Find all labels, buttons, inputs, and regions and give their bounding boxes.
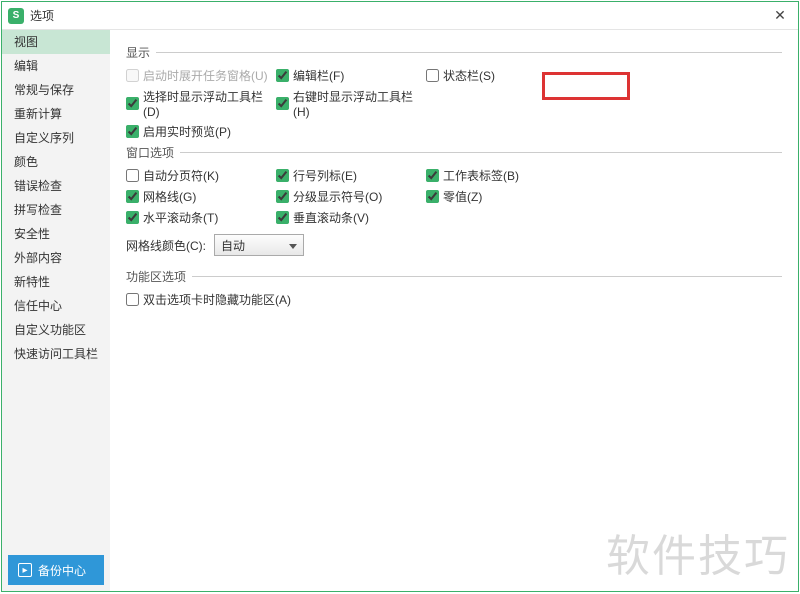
sidebar-item-3[interactable]: 重新计算 bbox=[2, 102, 110, 126]
checkbox-sheet-tabs[interactable]: 工作表标签(B) bbox=[426, 167, 576, 184]
sidebar-item-2[interactable]: 常规与保存 bbox=[2, 78, 110, 102]
sidebar-item-10[interactable]: 新特性 bbox=[2, 270, 110, 294]
sidebar-item-12[interactable]: 自定义功能区 bbox=[2, 318, 110, 342]
sidebar-item-7[interactable]: 拼写检查 bbox=[2, 198, 110, 222]
app-icon: S bbox=[8, 8, 24, 24]
checkbox-outline-symbols[interactable]: 分级显示符号(O) bbox=[276, 188, 426, 205]
sidebar-item-9[interactable]: 外部内容 bbox=[2, 246, 110, 270]
window-title: 选项 bbox=[30, 7, 768, 24]
checkbox-startup-task-pane: 启动时展开任务窗格(U) bbox=[126, 67, 276, 84]
grid-color-select[interactable]: 自动 bbox=[214, 234, 304, 256]
checkbox-edit-bar[interactable]: 编辑栏(F) bbox=[276, 67, 426, 84]
sidebar: 视图编辑常规与保存重新计算自定义序列颜色错误检查拼写检查安全性外部内容新特性信任… bbox=[2, 30, 110, 591]
window-body: 视图编辑常规与保存重新计算自定义序列颜色错误检查拼写检查安全性外部内容新特性信任… bbox=[2, 30, 798, 591]
checkbox-hscroll[interactable]: 水平滚动条(T) bbox=[126, 209, 276, 226]
options-window: S 选项 ✕ 视图编辑常规与保存重新计算自定义序列颜色错误检查拼写检查安全性外部… bbox=[1, 1, 799, 592]
close-button[interactable]: ✕ bbox=[768, 7, 792, 24]
checkbox-rclick-float-toolbar[interactable]: 右键时显示浮动工具栏(H) bbox=[276, 88, 426, 119]
sidebar-item-1[interactable]: 编辑 bbox=[2, 54, 110, 78]
checkbox-show-float-toolbar[interactable]: 选择时显示浮动工具栏(D) bbox=[126, 88, 276, 119]
sidebar-item-13[interactable]: 快速访问工具栏 bbox=[2, 342, 110, 366]
checkbox-gridlines[interactable]: 网格线(G) bbox=[126, 188, 276, 205]
checkbox-page-break[interactable]: 自动分页符(K) bbox=[126, 167, 276, 184]
checkbox-row-col-header[interactable]: 行号列标(E) bbox=[276, 167, 426, 184]
checkbox-zero-values[interactable]: 零值(Z) bbox=[426, 188, 576, 205]
section-window-title: 窗口选项 bbox=[126, 144, 782, 161]
grid-color-label: 网格线颜色(C): bbox=[126, 237, 206, 254]
sidebar-item-11[interactable]: 信任中心 bbox=[2, 294, 110, 318]
checkbox-dblclick-hide-ribbon[interactable]: 双击选项卡时隐藏功能区(A) bbox=[126, 291, 291, 308]
titlebar: S 选项 ✕ bbox=[2, 2, 798, 30]
checkbox-realtime-preview[interactable]: 启用实时预览(P) bbox=[126, 123, 276, 140]
sidebar-item-6[interactable]: 错误检查 bbox=[2, 174, 110, 198]
backup-center-button[interactable]: ▸ 备份中心 bbox=[8, 555, 104, 585]
checkbox-vscroll[interactable]: 垂直滚动条(V) bbox=[276, 209, 426, 226]
backup-label: 备份中心 bbox=[38, 562, 86, 579]
content-panel: 显示 启动时展开任务窗格(U) 编辑栏(F) 状态栏(S) bbox=[110, 30, 798, 591]
sidebar-item-0[interactable]: 视图 bbox=[2, 30, 110, 54]
sidebar-item-5[interactable]: 颜色 bbox=[2, 150, 110, 174]
backup-icon: ▸ bbox=[18, 563, 32, 577]
section-ribbon-title: 功能区选项 bbox=[126, 268, 782, 285]
sidebar-item-8[interactable]: 安全性 bbox=[2, 222, 110, 246]
checkbox-status-bar[interactable]: 状态栏(S) bbox=[426, 67, 576, 84]
section-display-title: 显示 bbox=[126, 44, 782, 61]
sidebar-item-4[interactable]: 自定义序列 bbox=[2, 126, 110, 150]
